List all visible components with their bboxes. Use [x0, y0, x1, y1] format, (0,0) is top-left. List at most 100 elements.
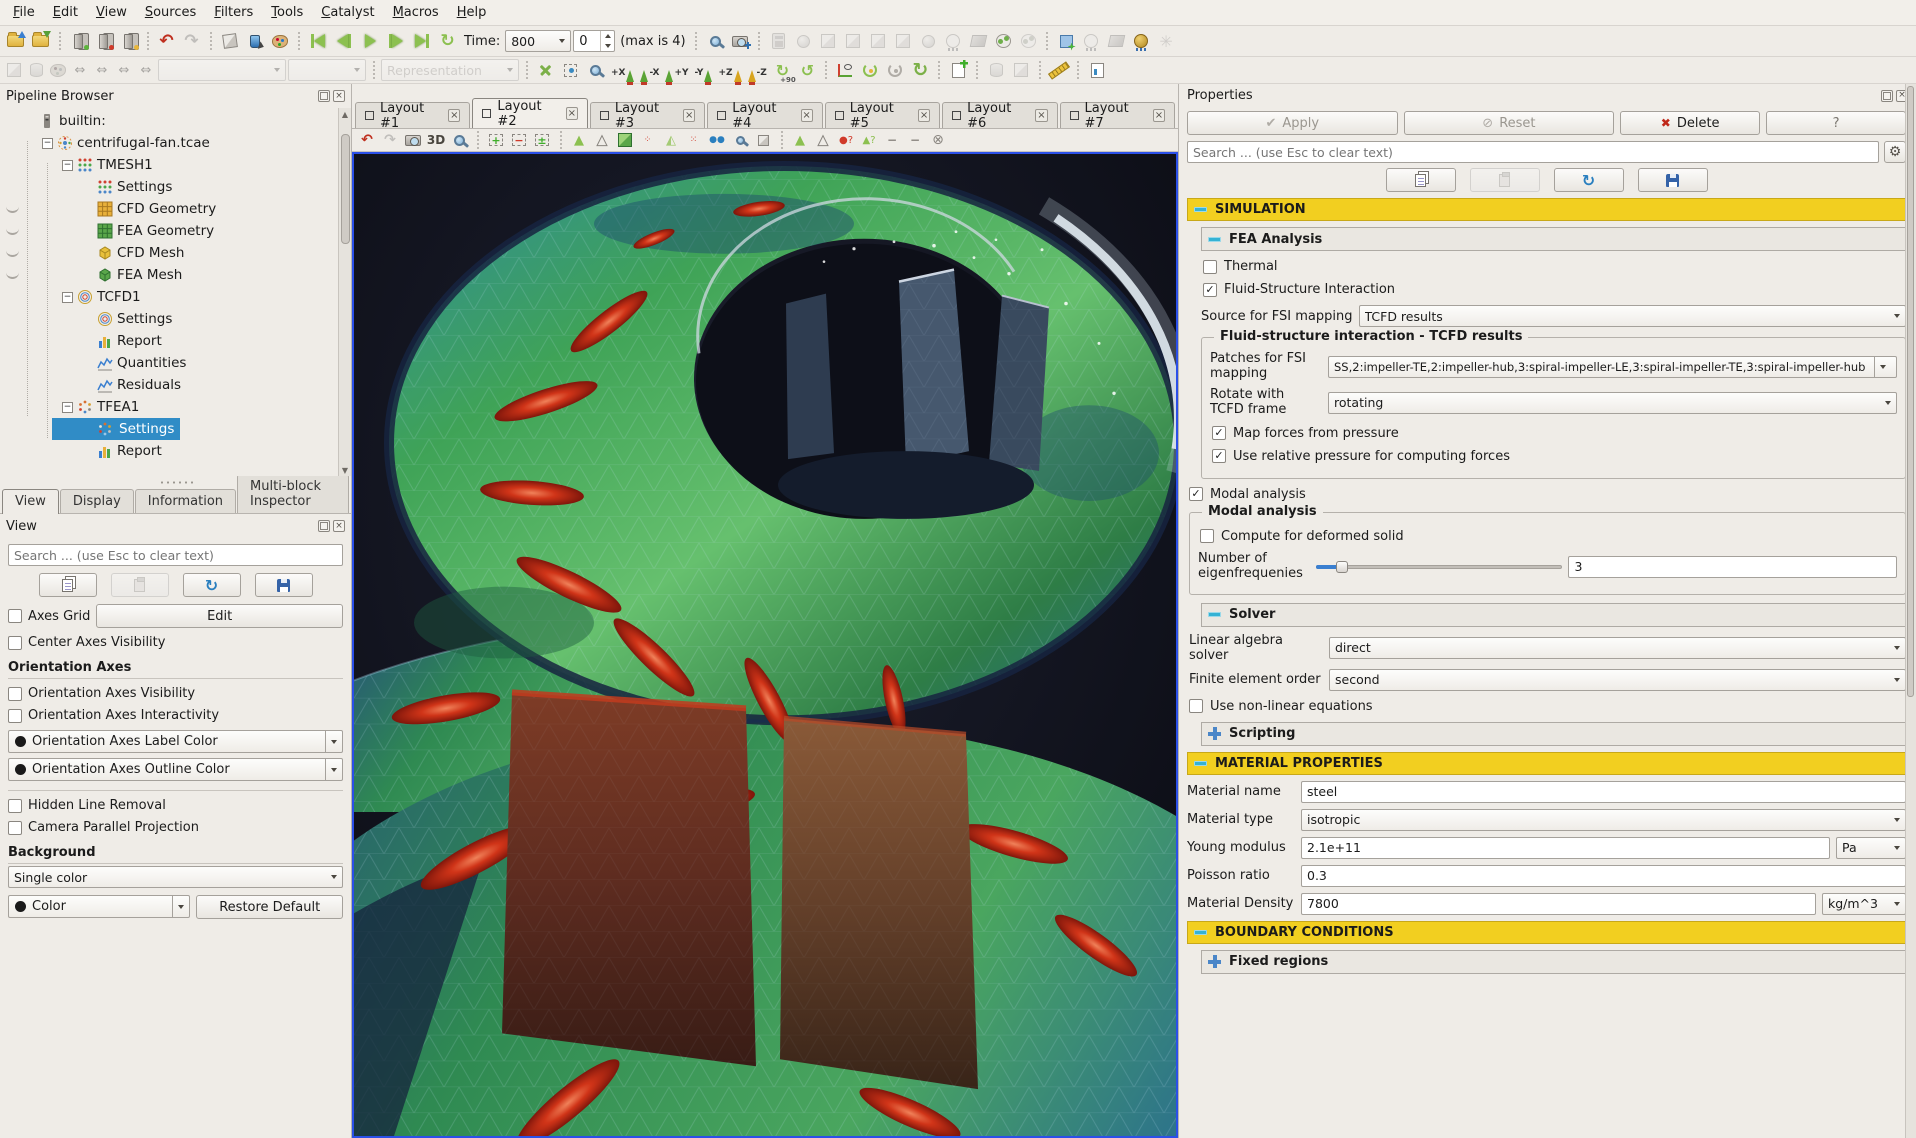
glyph-filter-button[interactable]	[792, 30, 815, 53]
component-combobox[interactable]	[288, 59, 366, 81]
menu-tools[interactable]: Tools	[262, 2, 312, 23]
zoom-selection-button[interactable]	[704, 30, 727, 53]
interactive-select-points-button[interactable]	[753, 131, 773, 150]
collapse-expander[interactable]: −	[62, 160, 73, 171]
hidden-line-removal-checkbox[interactable]	[8, 799, 22, 813]
fsi-checkbox[interactable]	[1203, 283, 1217, 297]
pipeline-item-tfea1[interactable]: − TFEA1	[0, 396, 351, 418]
delete-button[interactable]: ✖Delete	[1620, 111, 1760, 135]
threshold-filter-button[interactable]	[867, 30, 890, 53]
collapse-expander[interactable]: −	[42, 138, 53, 149]
zoom-to-data-button[interactable]	[559, 59, 582, 82]
show-center-rotation-button[interactable]	[859, 59, 882, 82]
paste-properties-button[interactable]	[111, 573, 169, 597]
section-fixed-regions[interactable]: Fixed regions	[1201, 950, 1906, 974]
save-data-button[interactable]	[29, 30, 52, 53]
pipeline-item-residuals[interactable]: Residuals	[0, 374, 351, 396]
density-unit-combobox[interactable]: kg/m^3	[1822, 893, 1906, 915]
pipeline-item-cfd-mesh[interactable]: CFD Mesh	[0, 242, 351, 264]
section-boundary-conditions[interactable]: BOUNDARY CONDITIONS	[1187, 921, 1906, 944]
view-plus-z-button[interactable]: +Z	[716, 59, 743, 82]
section-scripting[interactable]: Scripting	[1201, 722, 1906, 746]
connect-server-button[interactable]	[67, 30, 90, 53]
material-type-combobox[interactable]: isotropic	[1301, 809, 1906, 831]
pipeline-item-tfea-report[interactable]: Report	[0, 440, 351, 462]
pick-center-button[interactable]	[884, 59, 907, 82]
menu-edit[interactable]: Edit	[44, 2, 87, 23]
query-cells-button[interactable]: ▲?	[859, 131, 879, 150]
eye-closed-icon[interactable]	[6, 206, 19, 213]
select-block-button[interactable]: ●●	[707, 131, 727, 150]
material-density-input[interactable]	[1301, 893, 1816, 915]
time-combobox[interactable]: 800	[505, 30, 571, 52]
eigenfrequencies-slider[interactable]	[1316, 560, 1562, 574]
linear-solver-combobox[interactable]: direct	[1329, 637, 1906, 659]
close-view-button[interactable]: ⊗	[928, 131, 948, 150]
scroll-up-icon[interactable]: ▲	[342, 108, 348, 120]
open-file-button[interactable]	[4, 30, 27, 53]
reload-properties-button[interactable]: ↻	[1554, 168, 1624, 192]
properties-scrollbar[interactable]	[1905, 84, 1916, 1138]
pipeline-item-cfd-geometry[interactable]: CFD Geometry	[0, 198, 351, 220]
render-viewport[interactable]	[352, 152, 1178, 1138]
pipeline-item-quantities[interactable]: Quantities	[0, 352, 351, 374]
section-simulation[interactable]: SIMULATION	[1187, 198, 1906, 221]
extract-surface-button[interactable]	[967, 30, 990, 53]
pipeline-item-tmesh-settings[interactable]: Settings	[0, 176, 351, 198]
load-state-button[interactable]	[218, 30, 241, 53]
help-button[interactable]: ?	[1766, 111, 1906, 135]
rotate-frame-combobox[interactable]: rotating	[1328, 392, 1897, 414]
previous-frame-button[interactable]	[332, 30, 356, 52]
undock-icon[interactable]	[1881, 90, 1893, 102]
close-tab-icon[interactable]: ×	[1035, 109, 1047, 122]
extract-selection-button[interactable]	[1055, 30, 1078, 53]
gear-icon[interactable]: ⚙	[1884, 141, 1906, 163]
chevron-down-icon[interactable]	[325, 759, 342, 780]
pipeline-item-fea-geometry[interactable]: FEA Geometry	[0, 220, 351, 242]
view-plus-y-button[interactable]: +Y	[663, 59, 690, 82]
material-name-input[interactable]	[1301, 781, 1906, 803]
edit-color-map-button[interactable]	[26, 60, 46, 80]
edit-axes-grid-button[interactable]: Edit	[96, 604, 343, 628]
close-tab-icon[interactable]: ×	[918, 109, 930, 122]
redo-button[interactable]: ↷	[180, 30, 203, 53]
query-points-button[interactable]: ●?	[836, 131, 856, 150]
close-tab-icon[interactable]: ×	[683, 109, 695, 122]
slice-filter-button[interactable]	[842, 30, 865, 53]
tab-layout-6[interactable]: Layout #6×	[942, 102, 1057, 128]
next-frame-button[interactable]	[384, 30, 408, 52]
eye-closed-icon[interactable]	[6, 272, 19, 279]
paste-properties-button[interactable]	[1470, 168, 1540, 192]
fsi-source-combobox[interactable]: TCFD results	[1359, 305, 1907, 327]
collapse-expander[interactable]: −	[62, 402, 73, 413]
menu-macros[interactable]: Macros	[384, 2, 448, 23]
reload-properties-button[interactable]: ↻	[183, 573, 241, 597]
color-by-combobox[interactable]	[158, 59, 286, 81]
tab-layout-7[interactable]: Layout #7×	[1060, 102, 1175, 128]
axes-grid-checkbox[interactable]	[8, 609, 22, 623]
undo-button[interactable]: ↶	[155, 30, 178, 53]
orientation-axes-visibility-checkbox[interactable]	[8, 687, 22, 701]
young-modulus-input[interactable]	[1301, 837, 1830, 859]
spreadsheet-report-button[interactable]	[1086, 59, 1109, 82]
menu-file[interactable]: File	[4, 2, 44, 23]
show-orientation-axes-button[interactable]	[834, 59, 857, 82]
representation-combobox[interactable]: Representation	[381, 59, 519, 81]
toggle-interaction-mode-button[interactable]: 3D	[426, 131, 446, 150]
probe-location-button[interactable]	[985, 59, 1008, 82]
rotate-90-cw-button[interactable]: ↻+90	[771, 59, 794, 82]
close-tab-icon[interactable]: ×	[1153, 109, 1165, 122]
server-timeout-button[interactable]	[117, 30, 140, 53]
compute-deformed-checkbox[interactable]	[1200, 529, 1214, 543]
camera-undo-button[interactable]: ↶	[357, 131, 377, 150]
pipeline-scrollbar[interactable]: ▲ ▼	[338, 108, 351, 476]
orientation-label-color-picker[interactable]: Orientation Axes Label Color	[8, 730, 343, 753]
save-defaults-button[interactable]	[1638, 168, 1708, 192]
rescale-custom-button[interactable]	[48, 60, 68, 80]
chevron-down-icon[interactable]	[325, 731, 342, 752]
hover-points-button[interactable]: ▲	[813, 131, 833, 150]
loop-button[interactable]: ↻	[436, 30, 459, 53]
auto-apply-button[interactable]	[243, 30, 266, 53]
reset-camera-button[interactable]	[534, 59, 557, 82]
pipeline-item-builtin[interactable]: builtin:	[0, 110, 351, 132]
